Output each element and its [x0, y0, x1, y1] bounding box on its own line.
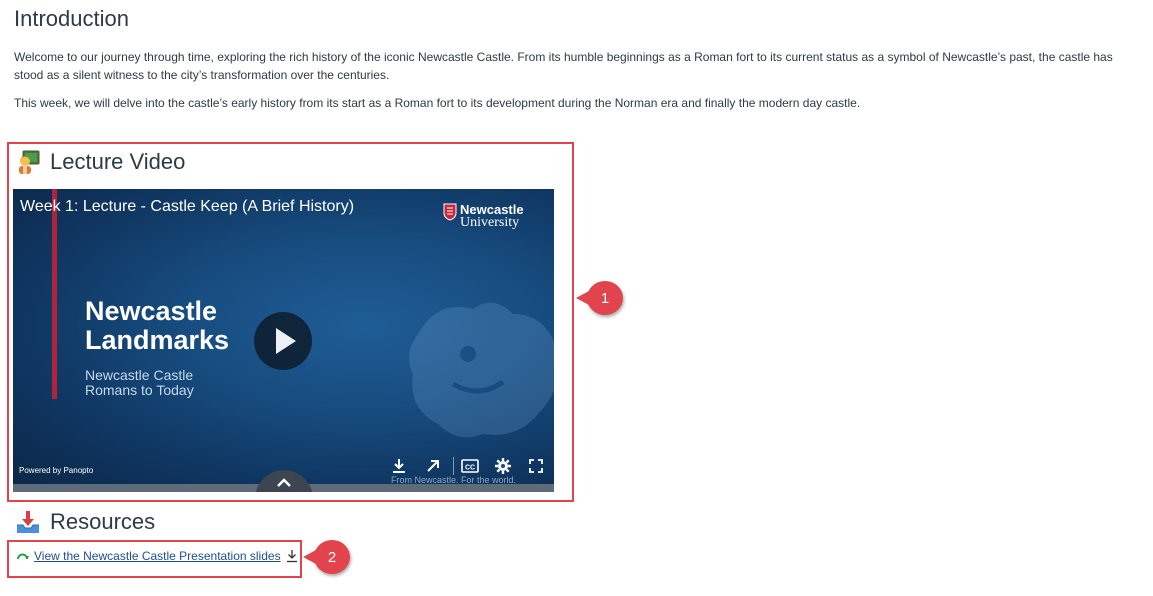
closed-captions-button[interactable]: CC [460, 457, 480, 475]
expand-controls-tab[interactable] [255, 470, 313, 492]
lecture-video-heading-text: Lecture Video [50, 149, 186, 174]
slide-accent-bar [52, 189, 57, 399]
fullscreen-icon [529, 459, 543, 473]
presentation-slides-link[interactable]: View the Newcastle Castle Presentation s… [34, 549, 281, 563]
download-icon[interactable] [285, 549, 299, 563]
play-icon [276, 328, 296, 354]
lecture-video-heading: Lecture Video [16, 149, 185, 175]
page-title: Introduction [14, 6, 129, 31]
slide-subtitle: Newcastle Castle Romans to Today [85, 368, 194, 398]
powered-by-label: Powered by Panopto [19, 466, 94, 475]
callout-marker-1: 1 [576, 281, 623, 315]
intro-paragraph: Welcome to our journey through time, exp… [14, 50, 1113, 82]
resources-heading-text: Resources [50, 509, 156, 534]
svg-text:CC: CC [465, 465, 475, 472]
slide-title-line-2: Landmarks [85, 325, 230, 355]
lion-watermark-icon [409, 302, 554, 438]
settings-gear-icon [495, 458, 511, 474]
download-button[interactable] [389, 457, 409, 475]
teacher-emoji-icon [16, 150, 40, 174]
open-external-button[interactable] [423, 457, 443, 475]
slide-subtitle-line-1: Newcastle Castle [85, 367, 194, 383]
university-logo: Newcastle University [443, 203, 524, 230]
video-title: Week 1: Lecture - Castle Keep (A Brief H… [20, 198, 355, 215]
logo-line-2: University [460, 215, 520, 230]
intro-paragraph-2: This week, we will delve into the castle… [14, 96, 861, 110]
resources-heading: Resources [16, 509, 155, 535]
play-button[interactable] [254, 312, 312, 370]
resource-link-row: View the Newcastle Castle Presentation s… [16, 549, 299, 563]
download-icon [393, 459, 405, 473]
fullscreen-button[interactable] [526, 457, 546, 475]
settings-button[interactable] [493, 457, 513, 475]
slide-title: Newcastle Landmarks [85, 297, 229, 355]
closed-captions-icon: CC [461, 459, 479, 473]
slide-title-line-1: Newcastle [85, 296, 218, 326]
video-player[interactable]: Week 1: Lecture - Castle Keep (A Brief H… [13, 189, 554, 492]
university-shield-icon [443, 203, 457, 221]
control-divider [453, 457, 454, 475]
callout-marker-2: 2 [303, 540, 350, 574]
download-tray-icon [16, 510, 40, 534]
chevron-up-icon [277, 478, 291, 487]
slide-subtitle-line-2: Romans to Today [85, 382, 194, 398]
open-external-icon [427, 460, 439, 472]
sync-cloud-icon [17, 553, 29, 560]
